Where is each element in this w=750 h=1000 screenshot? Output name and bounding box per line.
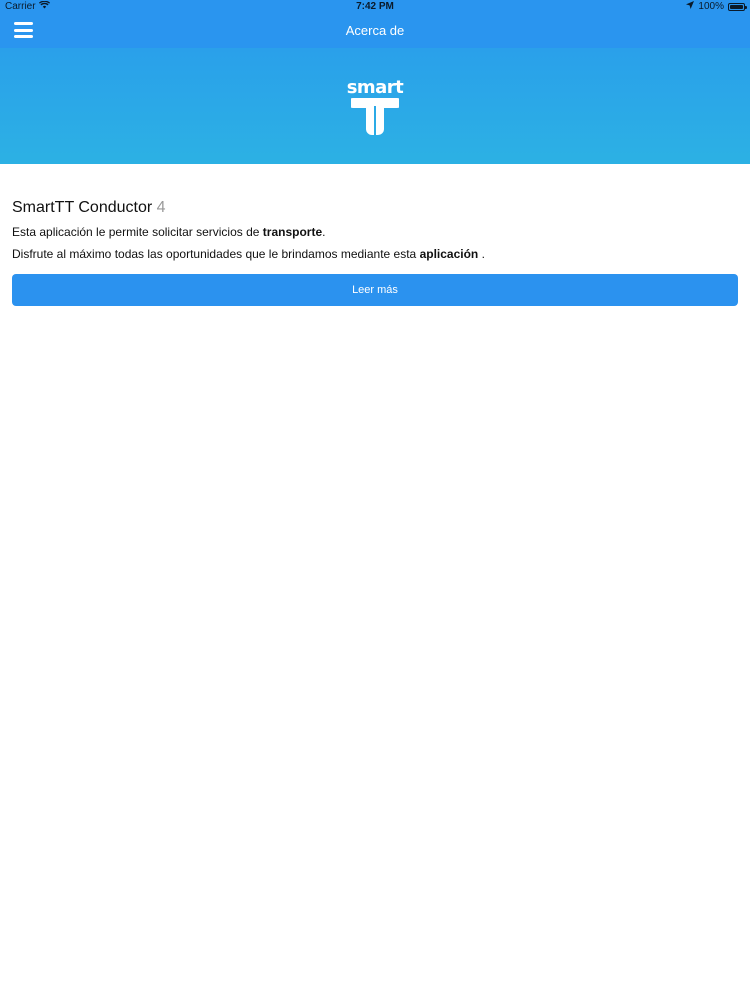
- status-time: 7:42 PM: [356, 1, 394, 12]
- description-line-1-bold: transporte: [262, 225, 323, 239]
- battery-icon: [728, 3, 747, 11]
- description-line-2-end: .: [478, 247, 485, 261]
- description-line-1-text: Esta aplicación le permite solicitar ser…: [12, 225, 263, 239]
- app-name: SmartTT Conductor: [12, 199, 153, 216]
- hamburger-menu-icon[interactable]: [14, 22, 33, 38]
- carrier-label: Carrier: [5, 1, 36, 12]
- app-version: 4: [156, 199, 166, 216]
- status-bar: Carrier 7:42 PM 100%: [0, 0, 750, 14]
- about-section: SmartTT Conductor 4 Esta aplicación le p…: [12, 196, 738, 306]
- status-right: 100%: [686, 0, 747, 14]
- description-line-2-bold: aplicación: [419, 247, 479, 261]
- read-more-button[interactable]: Leer más: [12, 274, 738, 306]
- smart-t-logo: smart: [343, 78, 407, 138]
- description-line-1-end: .: [322, 225, 326, 239]
- location-arrow-icon: [686, 0, 695, 14]
- battery-percent: 100%: [698, 1, 724, 12]
- description-line-2: Disfrute al máximo todas las oportunidad…: [12, 244, 738, 264]
- wifi-icon: [38, 0, 50, 14]
- page-title: Acerca de: [345, 23, 405, 38]
- t-logo-icon: [351, 98, 399, 135]
- app-title: SmartTT Conductor 4: [12, 196, 738, 220]
- description-line-1: Esta aplicación le permite solicitar ser…: [12, 222, 738, 242]
- logo-text: smart: [346, 77, 404, 98]
- logo-banner: smart: [0, 48, 750, 164]
- nav-bar: Acerca de: [0, 14, 750, 48]
- status-left: Carrier: [5, 0, 50, 14]
- description-line-2-text: Disfrute al máximo todas las oportunidad…: [12, 247, 420, 261]
